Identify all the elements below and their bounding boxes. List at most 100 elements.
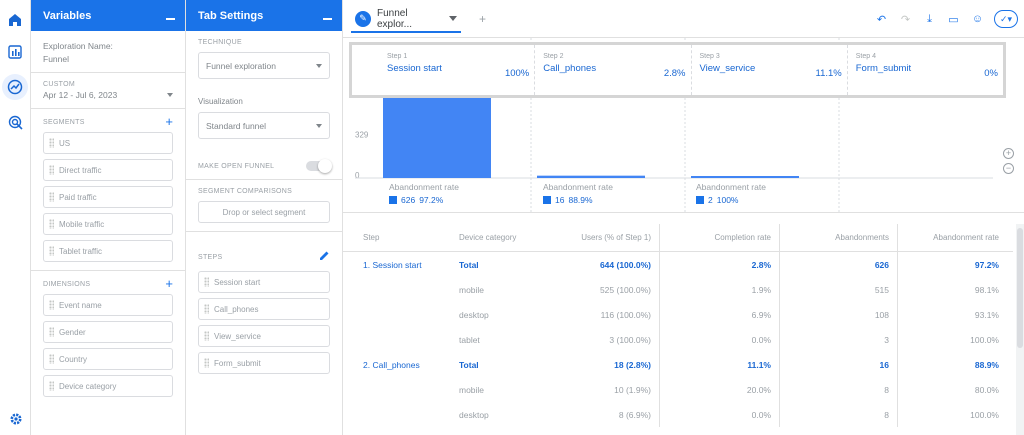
segment-chip[interactable]: Tablet traffic [43,240,173,262]
advertising-icon[interactable] [5,112,25,132]
dimension-chip[interactable]: Device category [43,375,173,397]
exploration-name-input[interactable]: Funnel [43,54,173,64]
redo-icon[interactable]: ↷ [898,13,913,26]
analytics-explore-app: Variables Exploration Name: Funnel Custo… [0,0,1024,435]
step-chip[interactable]: View_service [198,325,330,347]
abandonment-rate-cell: 100.0% [897,327,1013,352]
download-icon[interactable]: ⤓ [922,13,937,26]
step-chip[interactable]: Call_phones [198,298,330,320]
drag-handle-icon[interactable] [49,165,54,175]
visualization-select[interactable]: Standard funnel [198,112,330,139]
segment-comparisons-label: SEGMENT COMPARISONS [198,188,293,195]
drag-handle-icon[interactable] [49,138,54,148]
drag-handle-icon[interactable] [49,246,54,256]
step-chip[interactable]: Form_submit [198,352,330,374]
abandonments-cell: 8 [779,402,897,427]
table-row[interactable]: desktop 8 (6.9%) 0.0% 8 100.0% [343,402,1013,427]
drag-handle-icon[interactable] [49,381,54,391]
add-tab-icon[interactable]: + [479,12,486,26]
table-row[interactable]: mobile 525 (100.0%) 1.9% 515 98.1% [343,277,1013,302]
segment-dropzone[interactable]: Drop or select segment [198,201,330,223]
drag-handle-icon[interactable] [49,354,54,364]
dimension-chip[interactable]: Event name [43,294,173,316]
funnel-table: Step Device category Users (% of Step 1)… [343,224,1013,427]
zoom-out-icon[interactable]: − [1003,163,1014,174]
undo-icon[interactable]: ↶ [874,13,889,26]
tab-name: Funnel explor... [377,7,413,30]
check-status-icon[interactable]: ✓▾ [994,10,1018,28]
col-header-abandonments[interactable]: Abandonments [779,224,897,251]
tab-settings-panel: Tab Settings TECHNIQUE Funnel exploratio… [186,0,343,435]
drag-handle-icon[interactable] [204,358,209,368]
drag-handle-icon[interactable] [204,331,209,341]
dimension-chip[interactable]: Gender [43,321,173,343]
segment-chip[interactable]: Mobile traffic [43,213,173,235]
share-user-icon[interactable]: ☺ [970,13,985,25]
steps-label: STEPS [198,253,223,261]
table-row[interactable]: 2. Call_phones Total 18 (2.8%) 11.1% 16 88.9% [343,352,1013,377]
collapse-icon[interactable] [166,17,175,20]
col-header-users[interactable]: Users (% of Step 1) [551,233,659,242]
edit-steps-icon[interactable] [319,248,330,266]
date-range-section[interactable]: Custom Apr 12 - Jul 6, 2023 [31,73,185,109]
dimension-label: Country [59,354,88,364]
folder-export-icon[interactable]: ▭ [946,13,961,26]
funnel-bar[interactable] [691,176,799,178]
users-cell: 644 (100.0%) [599,259,651,270]
chevron-down-icon [167,93,173,97]
technique-select[interactable]: Funnel exploration [198,52,330,79]
step-chip[interactable]: Session start [198,271,330,293]
legend-square [543,196,551,204]
chevron-down-icon [316,63,322,68]
pencil-icon: ✎ [355,10,371,27]
dimension-chip[interactable]: Country [43,348,173,370]
abandonments-cell: 8 [779,377,897,402]
explore-icon[interactable] [2,74,28,100]
step-number: Step 2 [543,53,564,60]
scroll-thumb[interactable] [1017,228,1023,348]
drag-handle-icon[interactable] [204,304,209,314]
drag-handle-icon[interactable] [49,327,54,337]
home-icon[interactable] [5,10,25,30]
funnel-step[interactable]: Step 4 Form_submit 0% [848,45,1003,95]
funnel-bar[interactable] [383,94,491,178]
reports-icon[interactable] [5,42,25,62]
abandonment-rate-cell: 98.1% [897,277,1013,302]
table-row[interactable]: mobile 10 (1.9%) 20.0% 8 80.0% [343,377,1013,402]
add-segment-icon[interactable]: + [165,115,173,128]
drag-handle-icon[interactable] [204,277,209,287]
col-header-device[interactable]: Device category [451,233,551,242]
users-cell: 525 (100.0%) [599,284,651,295]
drag-handle-icon[interactable] [49,219,54,229]
exploration-tabs: ✎ Funnel explor... + ↶ ↷ ⤓ ▭ ☺ ✓▾ [343,0,1024,38]
step-label: View_service [214,331,261,341]
segment-chip[interactable]: US [43,132,173,154]
col-header-abandonment-rate[interactable]: Abandonment rate [897,224,1013,251]
funnel-step[interactable]: Step 2 Call_phones 2.8% [535,45,692,95]
drag-handle-icon[interactable] [49,300,54,310]
step-cell: 2. Call_phones [363,359,420,370]
settings-icon[interactable] [6,409,26,429]
toolbar-actions: ↶ ↷ ⤓ ▭ ☺ ✓▾ [874,10,1018,28]
collapse-icon[interactable] [323,17,332,20]
table-row[interactable]: desktop 116 (100.0%) 6.9% 108 93.1% [343,302,1013,327]
completion-cell: 0.0% [659,402,779,427]
add-dimension-icon[interactable]: + [165,277,173,290]
abandonment-count: 626 [401,195,416,205]
col-header-step[interactable]: Step [343,233,451,242]
col-header-completion[interactable]: Completion rate [659,224,779,251]
zoom-in-icon[interactable]: + [1003,148,1014,159]
table-scrollbar[interactable] [1016,224,1024,435]
funnel-bar[interactable] [537,175,645,178]
segment-chip[interactable]: Paid traffic [43,186,173,208]
funnel-step[interactable]: Step 3 View_service 11.1% [692,45,848,95]
table-row[interactable]: tablet 3 (100.0%) 0.0% 3 100.0% [343,327,1013,352]
chevron-down-icon[interactable] [449,16,457,21]
tab-funnel-exploration[interactable]: ✎ Funnel explor... [351,7,461,33]
table-row[interactable]: 1. Session start Total 644 (100.0%) 2.8% 626… [343,252,1013,277]
segment-chip[interactable]: Direct traffic [43,159,173,181]
open-funnel-toggle[interactable] [306,159,332,173]
users-cell: 3 (100.0%) [609,334,651,345]
funnel-step[interactable]: Step 1 Session start 100% [352,45,536,95]
drag-handle-icon[interactable] [49,192,54,202]
